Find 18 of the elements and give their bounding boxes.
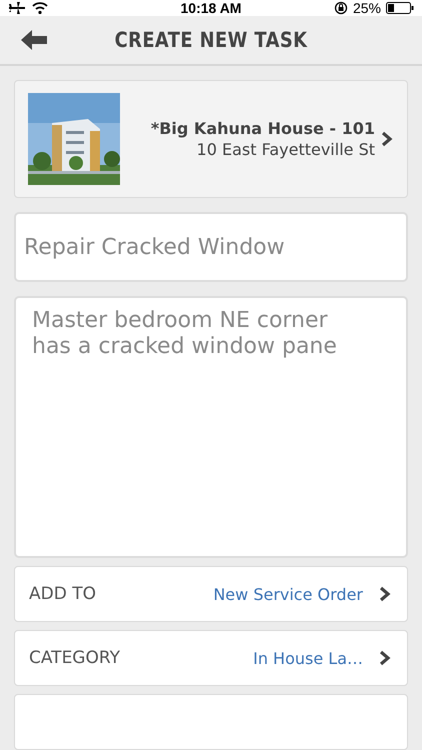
row-value: In House La…: [253, 648, 363, 668]
chevron-icon: [379, 586, 391, 602]
property-card[interactable]: *Big Kahuna House - 101 10 East Fayetteville St: [14, 80, 408, 198]
chevron-icon: [379, 650, 391, 666]
rotation-lock-icon: [334, 1, 348, 16]
row-label: ADD TO: [29, 584, 97, 604]
settings-row[interactable]: ADD TO New Service Order: [14, 566, 408, 622]
row-label: CATEGORY: [29, 648, 121, 668]
screen-title: CREATE NEW TASK: [114, 28, 308, 52]
property-address: 10 East Fayetteville St: [196, 140, 375, 159]
row-value: New Service Order: [213, 584, 363, 604]
settings-row[interactable]: CATEGORY In House La…: [14, 630, 408, 686]
battery-icon: [386, 2, 414, 14]
clock-time: 10:18 AM: [180, 0, 242, 16]
battery-percent: 25%: [352, 0, 381, 16]
chevron-icon: [381, 131, 393, 147]
wifi-icon: [32, 2, 48, 14]
property-name: *Big Kahuna House - 101: [150, 119, 375, 138]
